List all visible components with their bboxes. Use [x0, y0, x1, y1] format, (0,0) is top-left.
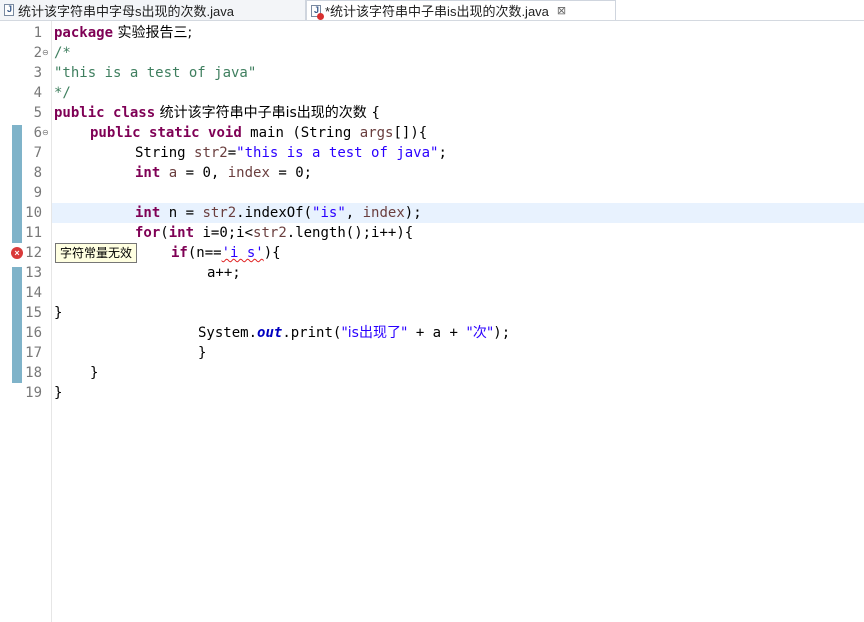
string-literal: "次": [466, 325, 494, 341]
code-line-19: }: [54, 385, 63, 401]
code-text: =: [227, 145, 237, 161]
code-line-1: package 实验报告三;: [54, 23, 192, 43]
tab-label: 统计该字符串中字母s出现的次数.java: [18, 3, 234, 19]
class-name: 统计该字符串中子串is出现的次数 {: [155, 105, 381, 121]
code-text: + a +: [407, 325, 467, 341]
code-line-10: int n = str2.indexOf("is", index);: [135, 203, 422, 223]
code-line-16: System.out.print("is出现了" + a + "次");: [198, 323, 510, 343]
code-text: = 0,: [177, 165, 228, 181]
code-line-17: }: [198, 345, 207, 361]
code-text: (: [160, 225, 169, 241]
keyword: if: [171, 245, 188, 261]
code-text: ,: [345, 205, 363, 221]
keyword: void: [208, 125, 242, 141]
line-number: 13: [25, 265, 42, 281]
parameter: args: [359, 125, 394, 141]
package-name: 实验报告三;: [113, 25, 193, 41]
line-number: 6: [33, 125, 42, 141]
line-number: 4: [33, 85, 42, 101]
code-line-6: public static void main (String args[]){: [90, 123, 427, 143]
keyword: class: [113, 105, 156, 121]
line-number: 5: [33, 105, 42, 121]
line-number: 9: [33, 185, 42, 201]
code-line-2: /*: [54, 45, 71, 61]
variable: str2: [253, 225, 287, 241]
code-text: .indexOf(: [236, 205, 313, 221]
code-text: ){: [263, 245, 281, 261]
code-line-7: String str2="this is a test of java";: [135, 143, 447, 163]
keyword: for: [135, 225, 161, 241]
tab-label: *统计该字符串中子串is出现的次数.java: [325, 4, 549, 19]
fold-collapse-icon[interactable]: ⊖: [42, 123, 49, 143]
code-text: i=0;i<: [194, 225, 254, 241]
line-number: 19: [25, 385, 42, 401]
code-line-13: a++;: [207, 265, 241, 281]
code-text: n =: [160, 205, 203, 221]
code-line-5: public class 统计该字符串中子串is出现的次数 {: [54, 103, 380, 123]
line-number: 16: [25, 325, 42, 341]
line-number: 8: [33, 165, 42, 181]
error-marker-icon[interactable]: ×: [11, 247, 23, 259]
error-char-literal[interactable]: 'i s': [222, 245, 264, 261]
variable: a: [168, 165, 178, 181]
code-text: );: [404, 205, 422, 221]
line-number: 10: [25, 205, 42, 221]
code-text: (n==: [187, 245, 222, 261]
keyword: package: [54, 25, 114, 41]
variable: index: [227, 165, 270, 181]
code-text: main (String: [241, 125, 360, 141]
line-number: 14: [25, 285, 42, 301]
keyword: public: [90, 125, 141, 141]
code-text: );: [493, 325, 511, 341]
keyword: int: [168, 225, 195, 241]
editor-tab-bar: J 统计该字符串中字母s出现的次数.java J *统计该字符串中子串is出现的…: [0, 0, 864, 21]
code-line-4: */: [54, 85, 71, 101]
code-text: ;: [438, 145, 447, 161]
code-line-8: int a = 0, index = 0;: [135, 163, 312, 183]
close-tab-icon[interactable]: ⊠: [557, 4, 566, 17]
keyword: public: [54, 105, 105, 121]
java-file-error-icon: J: [311, 4, 324, 20]
line-number: 1: [33, 25, 42, 41]
line-number: 18: [25, 365, 42, 381]
keyword: int: [135, 205, 161, 221]
code-text: .length();i++){: [286, 225, 414, 241]
code-text: []){: [393, 125, 428, 141]
code-editor[interactable]: 1 2 3 4 5 6 7 8 9 10 11 12 13 14 15 16 1…: [0, 21, 864, 622]
code-text: System.: [198, 325, 258, 341]
string-literal: "is出现了": [341, 325, 408, 341]
line-number: 11: [25, 225, 42, 241]
line-number: 2: [33, 45, 42, 61]
variable: index: [362, 205, 405, 221]
keyword: static: [149, 125, 200, 141]
code-line-18: }: [90, 365, 99, 381]
static-field: out: [257, 325, 283, 341]
code-line-12: if(n=='i s'){: [171, 243, 281, 263]
error-tooltip: 字符常量无效: [55, 243, 138, 263]
gutter-divider: [51, 21, 52, 622]
line-number: 15: [25, 305, 42, 321]
variable: str2: [202, 205, 237, 221]
line-number: 3: [33, 65, 42, 81]
string-literal: "is": [312, 205, 346, 221]
string-literal: "this is a test of java": [236, 145, 439, 161]
tab-substring-is-count[interactable]: J *统计该字符串中子串is出现的次数.java ⊠: [306, 0, 616, 20]
tab-letter-s-count[interactable]: J 统计该字符串中字母s出现的次数.java: [0, 0, 306, 20]
line-number: 7: [33, 145, 42, 161]
code-text: = 0;: [269, 165, 313, 181]
variable: str2: [194, 145, 228, 161]
code-text: .print(: [282, 325, 342, 341]
code-line-3: "this is a test of java": [54, 65, 257, 81]
line-number: 17: [25, 345, 42, 361]
code-line-11: for(int i=0;i<str2.length();i++){: [135, 223, 413, 243]
fold-collapse-icon[interactable]: ⊖: [42, 43, 49, 63]
code-text: String: [135, 145, 195, 161]
keyword: int: [135, 165, 161, 181]
code-line-15: }: [54, 305, 63, 321]
java-file-icon: J: [4, 4, 14, 16]
